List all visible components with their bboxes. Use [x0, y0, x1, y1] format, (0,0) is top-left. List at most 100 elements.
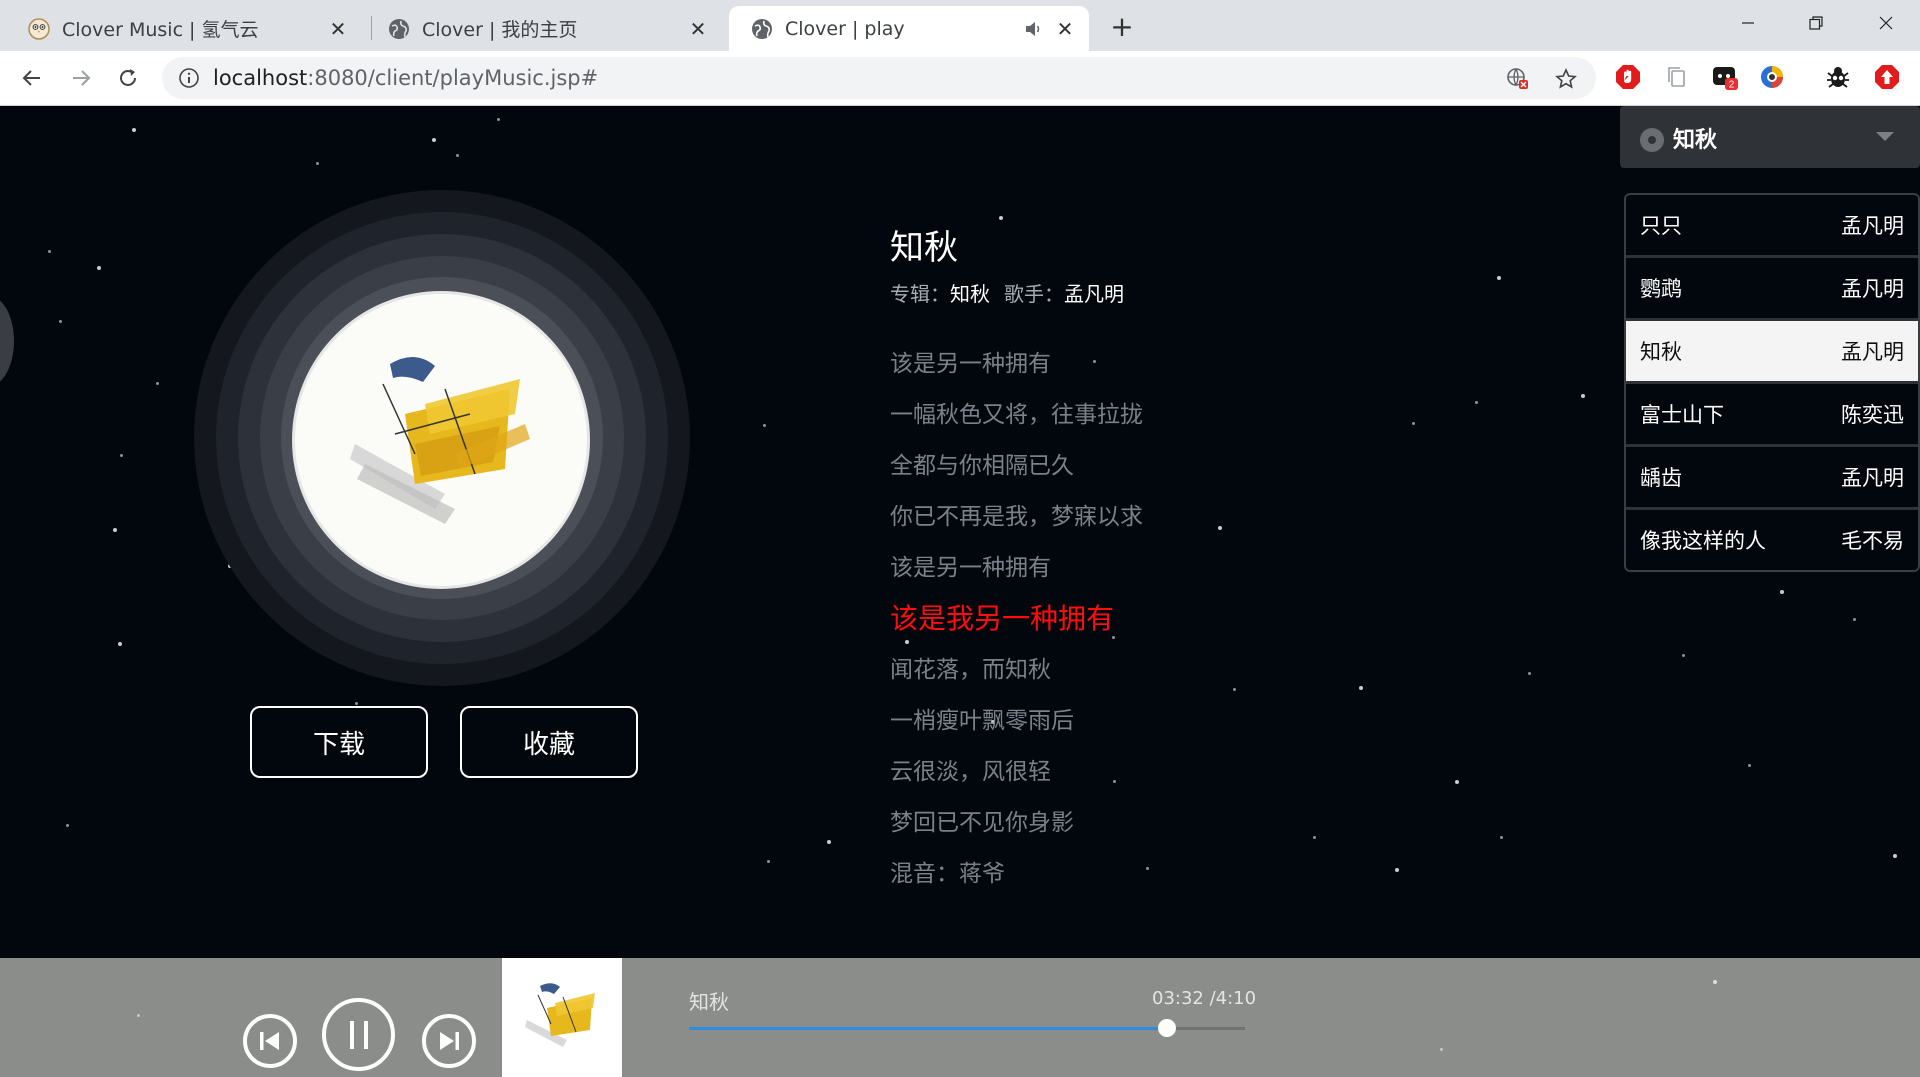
playlist-item[interactable]: 只只 孟凡明 [1626, 195, 1918, 258]
bookmark-star-icon[interactable] [1554, 67, 1578, 91]
playlist-item-active[interactable]: 知秋 孟凡明 [1626, 321, 1918, 384]
star [1475, 401, 1478, 404]
progress-bar[interactable] [689, 1019, 1245, 1037]
album-label: 专辑： [890, 282, 950, 306]
star [316, 162, 319, 165]
playlist-item-title: 知秋 [1640, 340, 1682, 364]
playlist-item-title: 龋齿 [1640, 466, 1682, 490]
lyric-line-current: 该是我另一种拥有 [890, 602, 1115, 635]
star [1218, 526, 1222, 530]
side-tab-handle[interactable] [0, 296, 14, 386]
owl-icon [28, 17, 50, 40]
star [1146, 867, 1149, 870]
tab-title: Clover | 我的主页 [422, 19, 578, 41]
star [456, 154, 459, 157]
new-tab-button[interactable]: + [1108, 10, 1136, 43]
star [1528, 672, 1531, 675]
adblock-extension-icon[interactable] [1614, 63, 1642, 91]
playlist-item-artist: 孟凡明 [1841, 277, 1904, 301]
close-window-button[interactable] [1866, 8, 1906, 38]
back-button[interactable] [15, 61, 49, 95]
playlist-item-artist: 毛不易 [1841, 529, 1904, 553]
previous-button[interactable] [243, 1014, 297, 1068]
tab-strip: Clover Music | 氢气云 ✕ Clover | 我的主页 ✕ Clo… [0, 0, 1920, 51]
star [120, 454, 123, 457]
tab-clover-music[interactable]: Clover Music | 氢气云 ✕ [6, 6, 362, 51]
progress-fill [689, 1027, 1168, 1030]
star [1233, 688, 1236, 691]
artist-label: 歌手： [1004, 282, 1064, 306]
upload-extension-icon[interactable] [1873, 63, 1901, 91]
star [1395, 868, 1399, 872]
copy-extension-icon[interactable] [1663, 63, 1691, 91]
close-icon[interactable]: ✕ [686, 17, 710, 41]
tab-title: Clover | play [785, 17, 905, 40]
lyric-line: 该是另一种拥有 [890, 555, 1051, 581]
star [1497, 276, 1501, 280]
close-icon[interactable]: ✕ [1053, 17, 1077, 41]
star [1780, 590, 1784, 594]
info-icon[interactable] [178, 67, 200, 89]
artist-name: 孟凡明 [1064, 282, 1124, 306]
star [156, 382, 159, 385]
playlist-item[interactable]: 富士山下 陈奕迅 [1626, 384, 1918, 447]
blocked-translate-icon[interactable] [1506, 67, 1530, 91]
next-button[interactable] [422, 1014, 476, 1068]
star [118, 642, 122, 646]
star [1748, 764, 1751, 767]
progress-handle[interactable] [1158, 1019, 1177, 1037]
forward-button[interactable] [64, 61, 98, 95]
playlist-item[interactable]: 龋齿 孟凡明 [1626, 447, 1918, 510]
star [999, 216, 1003, 220]
star [1713, 980, 1717, 984]
star [763, 424, 766, 427]
star [1359, 686, 1363, 690]
playlist-item-artist: 陈奕迅 [1841, 403, 1904, 427]
star [1682, 654, 1685, 657]
address-bar[interactable]: localhost:8080/client/playMusic.jsp# [162, 57, 1596, 99]
favorite-button[interactable]: 收藏 [460, 706, 638, 778]
pause-button[interactable] [322, 998, 395, 1071]
playlist-item[interactable]: 像我这样的人 毛不易 [1626, 510, 1918, 570]
tab-title: Clover Music | 氢气云 [62, 19, 259, 41]
lyric-line: 你已不再是我，梦寐以求 [890, 504, 1143, 530]
playlist-item-title: 鹦鹉 [1640, 277, 1682, 301]
star [1893, 854, 1897, 858]
svg-text:2: 2 [1729, 80, 1735, 91]
playlist-item[interactable]: 鹦鹉 孟凡明 [1626, 258, 1918, 321]
playlist-item-artist: 孟凡明 [1841, 214, 1904, 238]
lyric-line: 云很淡，风很轻 [890, 759, 1051, 785]
lyric-line: 一梢瘦叶飘零雨后 [890, 708, 1074, 734]
star [355, 702, 358, 705]
star [1440, 1048, 1443, 1051]
album-name: 知秋 [950, 282, 990, 306]
tab-play[interactable]: Clover | play ✕ [729, 6, 1089, 51]
reload-button[interactable] [111, 61, 145, 95]
download-button[interactable]: 下载 [250, 706, 428, 778]
star [1412, 422, 1415, 425]
restore-button[interactable] [1796, 8, 1836, 38]
album-cover-art [292, 291, 590, 589]
star [113, 528, 117, 532]
star [1581, 394, 1585, 398]
minimize-button[interactable] [1728, 8, 1768, 38]
tab-my-homepage[interactable]: Clover | 我的主页 ✕ [366, 6, 722, 51]
star [66, 824, 69, 827]
disc-icon [1640, 128, 1664, 152]
player-page: 下载 收藏 知秋 专辑：知秋 歌手：孟凡明 该是另一种拥有 一幅秋色又将，往事拉拢… [0, 106, 1920, 958]
notification-extension-icon[interactable]: 2 [1711, 63, 1739, 91]
globe-icon [388, 18, 410, 40]
pause-icon [349, 1020, 368, 1049]
star [48, 250, 51, 253]
url-text: localhost:8080/client/playMusic.jsp# [213, 66, 599, 90]
previous-icon [260, 1032, 279, 1050]
song-selector[interactable]: 知秋 [1620, 106, 1920, 168]
playlist-item-artist: 孟凡明 [1841, 466, 1904, 490]
colorful-extension-icon[interactable] [1758, 63, 1786, 91]
star [1455, 780, 1459, 784]
star [1853, 618, 1856, 621]
bug-extension-icon[interactable] [1824, 63, 1852, 91]
close-icon[interactable]: ✕ [326, 17, 350, 41]
playlist: 只只 孟凡明 鹦鹉 孟凡明 知秋 孟凡明 富士山下 陈奕迅 龋齿 孟凡明 像我这… [1624, 193, 1920, 572]
speaker-icon[interactable] [1025, 21, 1043, 37]
